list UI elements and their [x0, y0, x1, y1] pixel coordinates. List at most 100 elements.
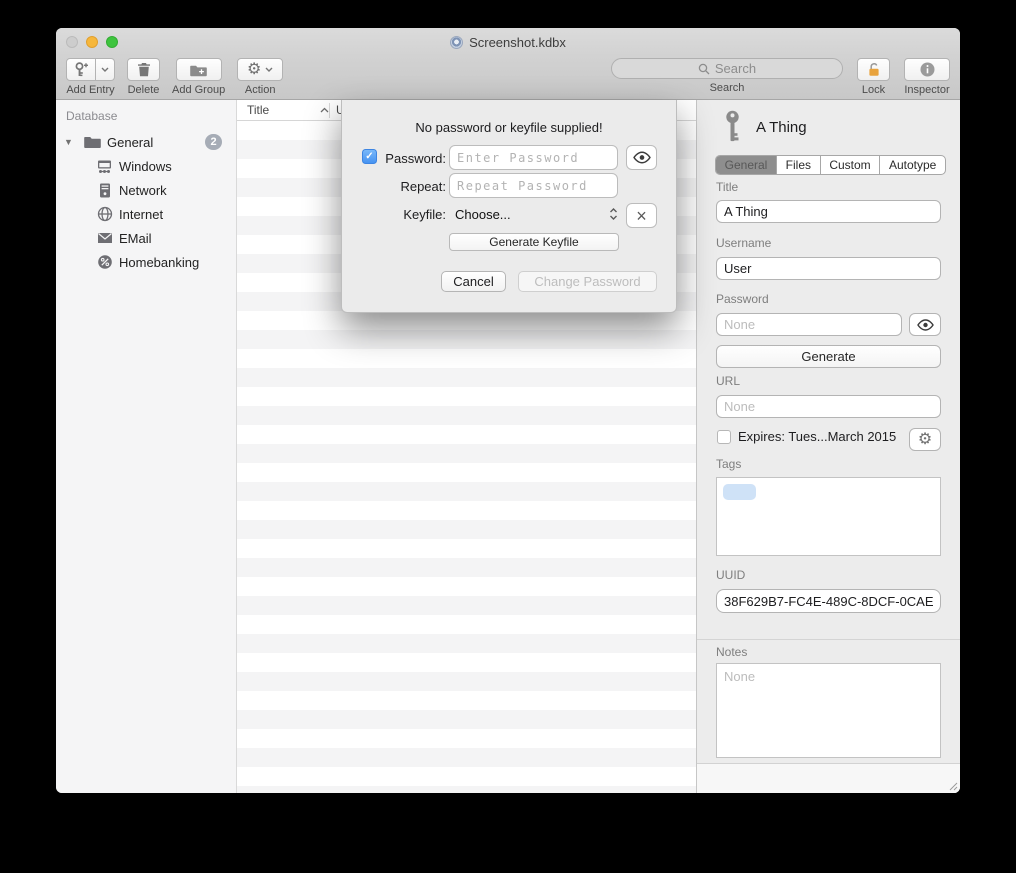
toolbar: Add Entry Delete Add Group Action Se: [56, 56, 960, 100]
expires-checkbox[interactable]: [717, 430, 731, 444]
stepper-icon: [609, 207, 618, 221]
globe-icon: [96, 206, 113, 223]
expires-label: Expires: Tues...March 2015: [738, 429, 896, 444]
disclosure-triangle-icon[interactable]: [64, 137, 73, 147]
chevron-down-icon: [265, 67, 273, 72]
tab-files[interactable]: Files: [776, 156, 820, 174]
tab-custom[interactable]: Custom: [820, 156, 880, 174]
sidebar: Database General 2 Windows Network: [56, 100, 237, 793]
divider: [697, 639, 960, 640]
delete-label: Delete: [128, 84, 160, 96]
sidebar-item-internet[interactable]: Internet: [56, 202, 236, 226]
username-field-label: Username: [716, 236, 771, 250]
action-button[interactable]: [237, 58, 283, 81]
group-label: Network: [119, 183, 167, 198]
dialog-password-label: Password:: [342, 151, 446, 166]
tab-autotype[interactable]: Autotype: [879, 156, 945, 174]
notes-field[interactable]: [716, 663, 941, 758]
search-group: Search Search: [611, 58, 843, 94]
search-placeholder: Search: [715, 61, 756, 76]
generate-keyfile-button[interactable]: Generate Keyfile: [449, 233, 619, 251]
add-entry-button[interactable]: [66, 58, 96, 81]
column-header-title[interactable]: Title: [237, 103, 329, 117]
chevron-down-icon: [101, 67, 109, 72]
info-icon: [920, 62, 935, 77]
search-icon: [698, 63, 710, 75]
eye-icon: [633, 151, 651, 164]
resize-grip[interactable]: [947, 780, 958, 791]
add-entry-label: Add Entry: [66, 84, 114, 96]
dialog-repeat-input[interactable]: [449, 173, 618, 198]
dialog-show-password-button[interactable]: [626, 145, 657, 170]
window-title: Screenshot.kdbx: [469, 35, 566, 50]
column-title-label: Title: [247, 103, 269, 117]
envelope-icon: [96, 230, 113, 247]
title-field-label: Title: [716, 180, 738, 194]
username-field[interactable]: [716, 257, 941, 280]
sidebar-item-email[interactable]: EMail: [56, 226, 236, 250]
clear-keyfile-button[interactable]: [626, 203, 657, 228]
app-window: Screenshot.kdbx Add Entry Delete: [56, 28, 960, 793]
expires-row: Expires: Tues...March 2015: [717, 429, 896, 444]
delete-button[interactable]: [127, 58, 160, 81]
change-password-button[interactable]: Change Password: [518, 271, 657, 292]
add-entry-group: Add Entry: [66, 58, 115, 96]
sidebar-header: Database: [56, 109, 236, 123]
keyfile-popup-button[interactable]: Choose...: [455, 203, 618, 225]
sidebar-item-homebanking[interactable]: Homebanking: [56, 250, 236, 274]
expires-settings-button[interactable]: [909, 428, 941, 451]
title-bar[interactable]: Screenshot.kdbx: [56, 28, 960, 56]
notes-label: Notes: [716, 645, 747, 659]
folder-plus-icon: [190, 63, 207, 77]
add-group-button[interactable]: [176, 58, 222, 81]
group-label: Windows: [119, 159, 172, 174]
sidebar-item-network[interactable]: Network: [56, 178, 236, 202]
add-entry-dropdown-button[interactable]: [96, 58, 115, 81]
url-field[interactable]: [716, 395, 941, 418]
inspector-label: Inspector: [904, 84, 949, 96]
gear-icon: [918, 432, 932, 448]
key-plus-icon: [73, 62, 89, 78]
trash-icon: [137, 62, 151, 77]
tags-field[interactable]: [716, 477, 941, 556]
lock-button[interactable]: [857, 58, 890, 81]
uuid-field[interactable]: [716, 589, 941, 613]
search-input[interactable]: Search: [611, 58, 843, 79]
uuid-label: UUID: [716, 568, 745, 582]
show-password-button[interactable]: [909, 313, 941, 336]
add-group-label: Add Group: [172, 84, 225, 96]
inspector-panel: A Thing General Files Custom Autotype Ti…: [696, 100, 960, 793]
inspector-toggle-group: Inspector: [904, 58, 950, 96]
gear-icon: [247, 61, 261, 79]
sort-ascending-icon: [320, 107, 329, 113]
document-icon: [450, 36, 463, 49]
inspector-button[interactable]: [904, 58, 950, 81]
server-icon: [96, 182, 113, 199]
inspector-footer: [697, 763, 960, 793]
window-title-group: Screenshot.kdbx: [56, 28, 960, 56]
keyfile-selected-value: Choose...: [455, 207, 511, 222]
cancel-button[interactable]: Cancel: [441, 271, 506, 292]
group-label: General: [107, 135, 153, 150]
group-label: Homebanking: [119, 255, 199, 270]
dialog-message: No password or keyfile supplied!: [342, 120, 676, 135]
sidebar-item-windows[interactable]: Windows: [56, 154, 236, 178]
delete-group: Delete: [127, 58, 160, 96]
add-group-group: Add Group: [172, 58, 225, 96]
entry-title: A Thing: [756, 119, 807, 136]
lock-label: Lock: [862, 84, 885, 96]
change-password-dialog: No password or keyfile supplied! Passwor…: [341, 100, 677, 313]
entry-count-badge: 2: [205, 134, 222, 150]
dialog-password-input[interactable]: [449, 145, 618, 170]
title-field[interactable]: [716, 200, 941, 223]
tag-pill[interactable]: [723, 484, 756, 500]
eye-icon: [917, 319, 934, 331]
tab-general[interactable]: General: [716, 156, 776, 174]
dialog-repeat-label: Repeat:: [342, 179, 446, 194]
sidebar-item-general[interactable]: General 2: [56, 130, 236, 154]
password-field[interactable]: [716, 313, 902, 336]
action-group: Action: [237, 58, 283, 96]
group-label: EMail: [119, 231, 152, 246]
generate-password-button[interactable]: Generate: [716, 345, 941, 368]
tags-label: Tags: [716, 457, 741, 471]
